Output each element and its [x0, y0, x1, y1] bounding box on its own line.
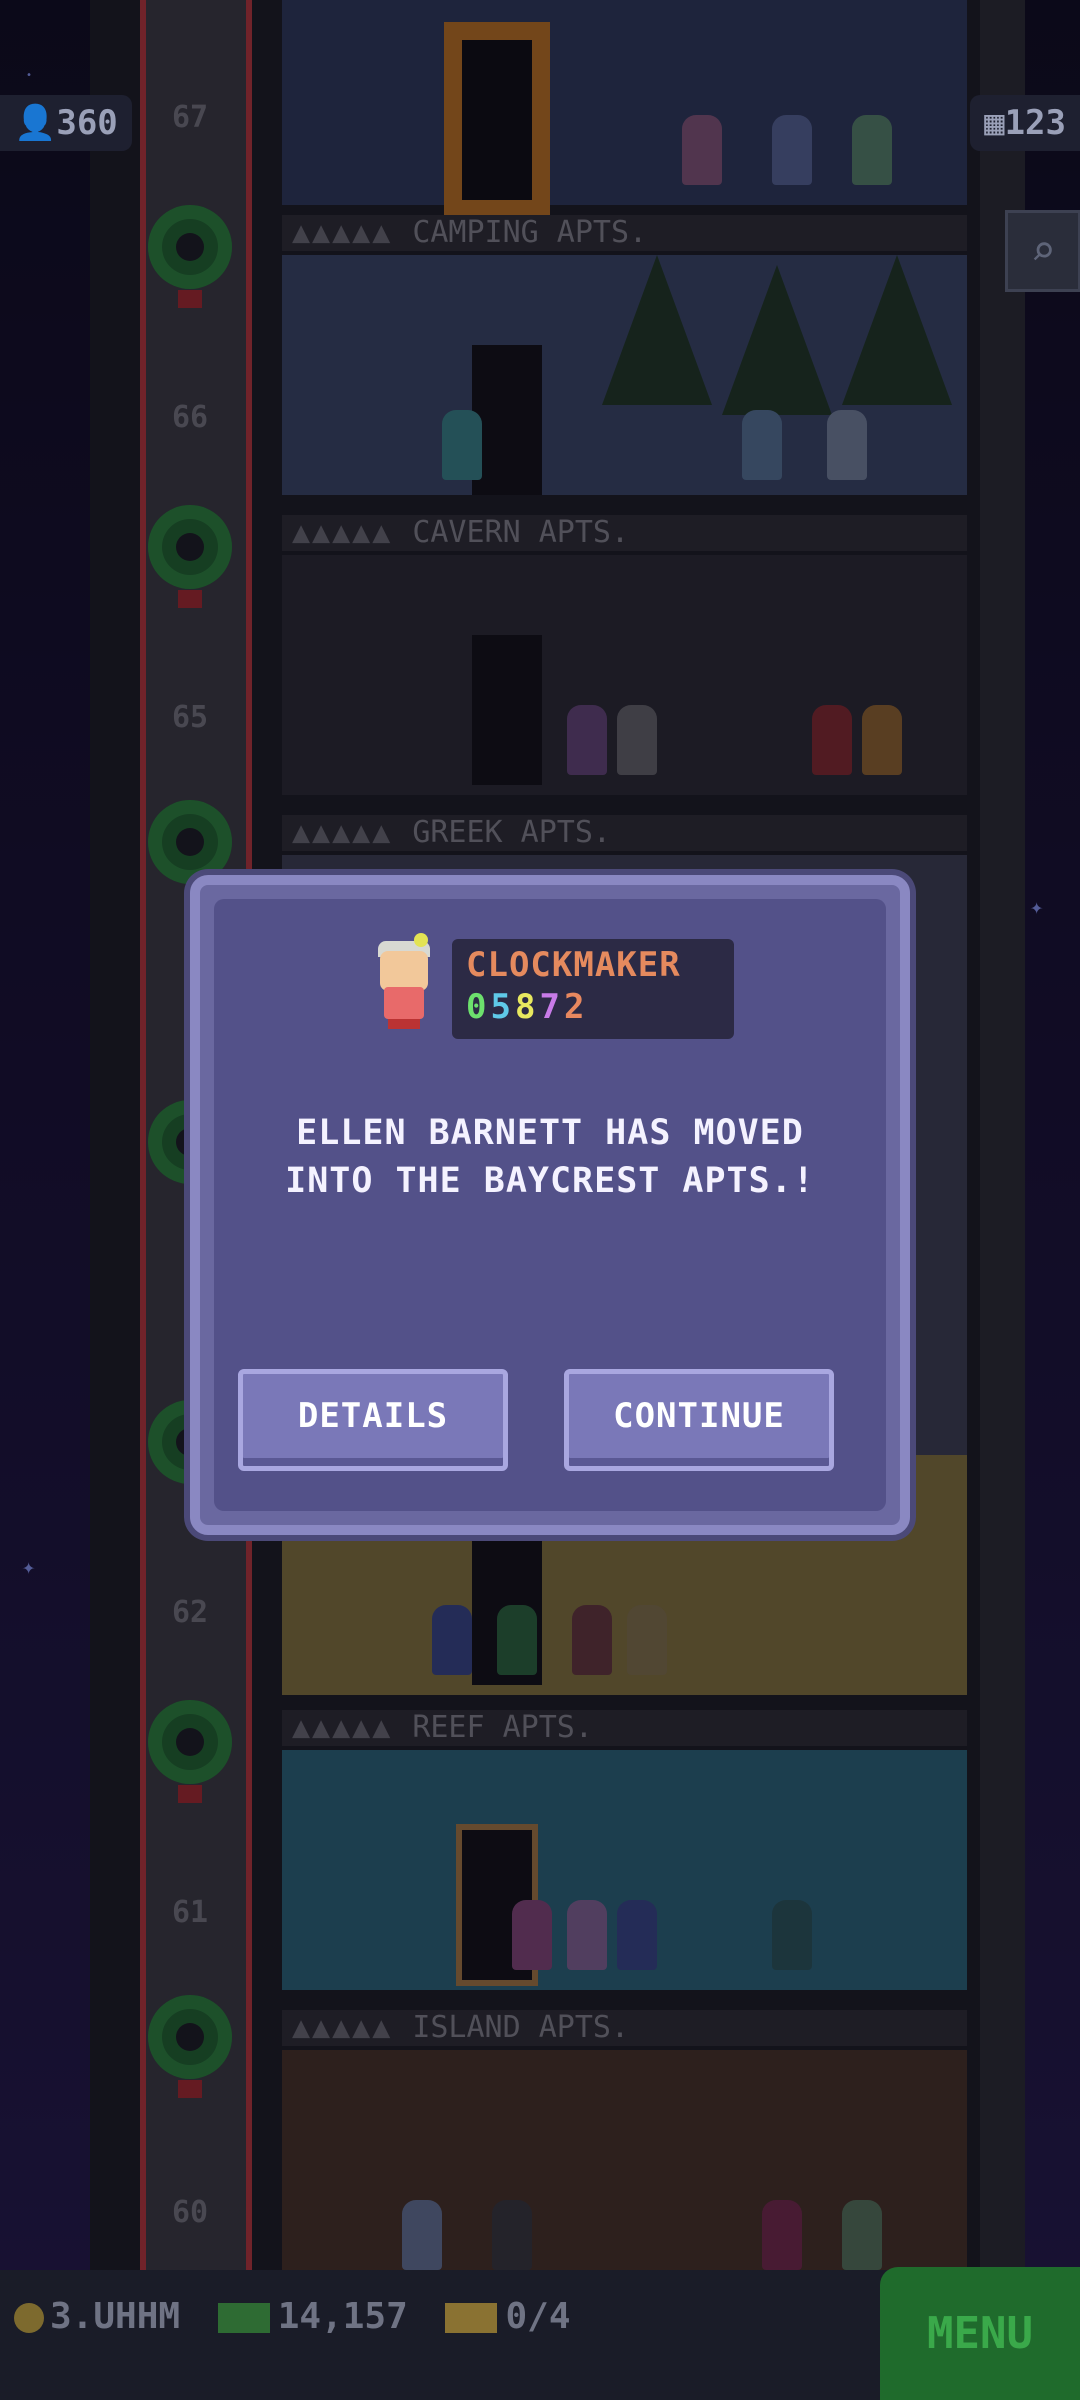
bux-icon — [217, 2303, 270, 2333]
skill-digit: 7 — [539, 987, 564, 1027]
menu-button[interactable]: MENU — [880, 2267, 1080, 2400]
currency-stats: 3.UHHM 14,157 0/4 — [14, 2296, 571, 2337]
skill-digit: 0 — [466, 987, 491, 1027]
dream-job: CLOCKMAKER — [466, 945, 681, 985]
message-line: INTO THE BAYCREST APTS.! — [285, 1161, 815, 1201]
ticket-icon — [445, 2303, 498, 2333]
skill-digit: 8 — [514, 987, 540, 1027]
avatar-head — [380, 951, 428, 991]
tickets-value: 0/4 — [505, 2296, 571, 2337]
search-icon: ⌕ — [1030, 226, 1056, 275]
dialog-message: ELLEN BARNETT HAS MOVED INTO THE BAYCRES… — [234, 1109, 866, 1205]
dream-job-card: CLOCKMAKER 05872 — [452, 939, 734, 1039]
coin-icon — [14, 2303, 44, 2333]
skill-digit: 5 — [490, 987, 515, 1027]
bux-value: 14,157 — [277, 2296, 408, 2337]
coins-value: 3.UHHM — [50, 2296, 181, 2337]
message-line: ELLEN BARNETT HAS MOVED — [296, 1113, 804, 1153]
population-value: 360 — [56, 103, 118, 143]
resident-avatar — [374, 933, 434, 1029]
avatar-body — [384, 987, 424, 1019]
floor-count-value: 123 — [1004, 103, 1066, 143]
move-in-dialog: CLOCKMAKER 05872 ELLEN BARNETT HAS MOVED… — [190, 875, 910, 1535]
dialog-body: CLOCKMAKER 05872 ELLEN BARNETT HAS MOVED… — [214, 899, 886, 1511]
building-icon: ▦ — [984, 103, 1005, 143]
skill-digit: 2 — [563, 987, 589, 1027]
continue-button[interactable]: CONTINUE — [564, 1369, 834, 1471]
details-button[interactable]: DETAILS — [238, 1369, 508, 1471]
avatar-legs — [388, 1019, 420, 1029]
skill-digits: 05872 — [466, 987, 588, 1027]
search-button[interactable]: ⌕ — [1005, 210, 1080, 292]
person-icon: 👤 — [14, 103, 57, 143]
population-counter: 👤360 — [0, 95, 132, 151]
avatar-hair-bun — [414, 933, 428, 947]
floor-counter: ▦123 — [970, 95, 1080, 151]
